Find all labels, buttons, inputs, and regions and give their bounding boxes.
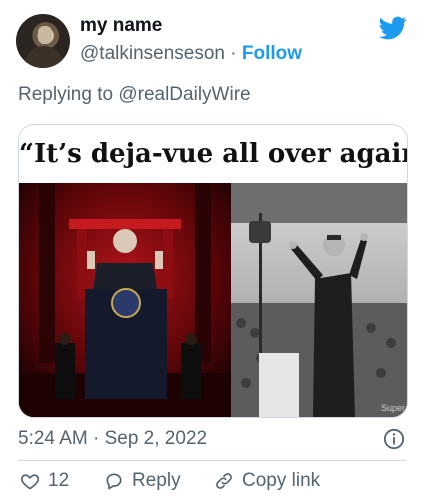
photo-historical-speech: Super [231, 183, 407, 417]
info-icon[interactable] [383, 428, 405, 450]
tweet-timestamp[interactable]: 5:24 AM · Sep 2, 2022 [18, 428, 207, 450]
follow-button[interactable]: Follow [242, 43, 302, 64]
heart-icon [20, 474, 40, 490]
separator-dot: · [230, 43, 237, 64]
reply-button[interactable]: Reply [104, 470, 181, 492]
twitter-bird-icon[interactable] [376, 14, 410, 42]
author-name[interactable]: my name [80, 15, 162, 37]
divider [18, 460, 406, 461]
author-handle-row: @talkinsenseson · Follow [80, 43, 302, 65]
avatar-robe [24, 46, 64, 68]
reply-icon [106, 473, 122, 490]
media-watermark: Super [381, 403, 405, 413]
avatar-face [38, 26, 52, 44]
author-handle[interactable]: @talkinsenseson [80, 43, 225, 64]
like-count: 12 [48, 470, 70, 491]
like-button[interactable]: 12 [20, 470, 69, 492]
tweet-media[interactable]: “It’s deja-vue all over again.” Super [18, 124, 408, 418]
link-icon [216, 473, 232, 489]
photo-podium-speech [19, 183, 231, 417]
copy-link-label: Copy link [242, 470, 321, 491]
replying-to[interactable]: Replying to @realDailyWire [18, 84, 251, 106]
copy-link-button[interactable]: Copy link [214, 470, 320, 492]
reply-label: Reply [132, 470, 181, 491]
avatar[interactable] [16, 14, 70, 68]
media-quote-text: “It’s deja-vue all over again.” [19, 139, 408, 169]
